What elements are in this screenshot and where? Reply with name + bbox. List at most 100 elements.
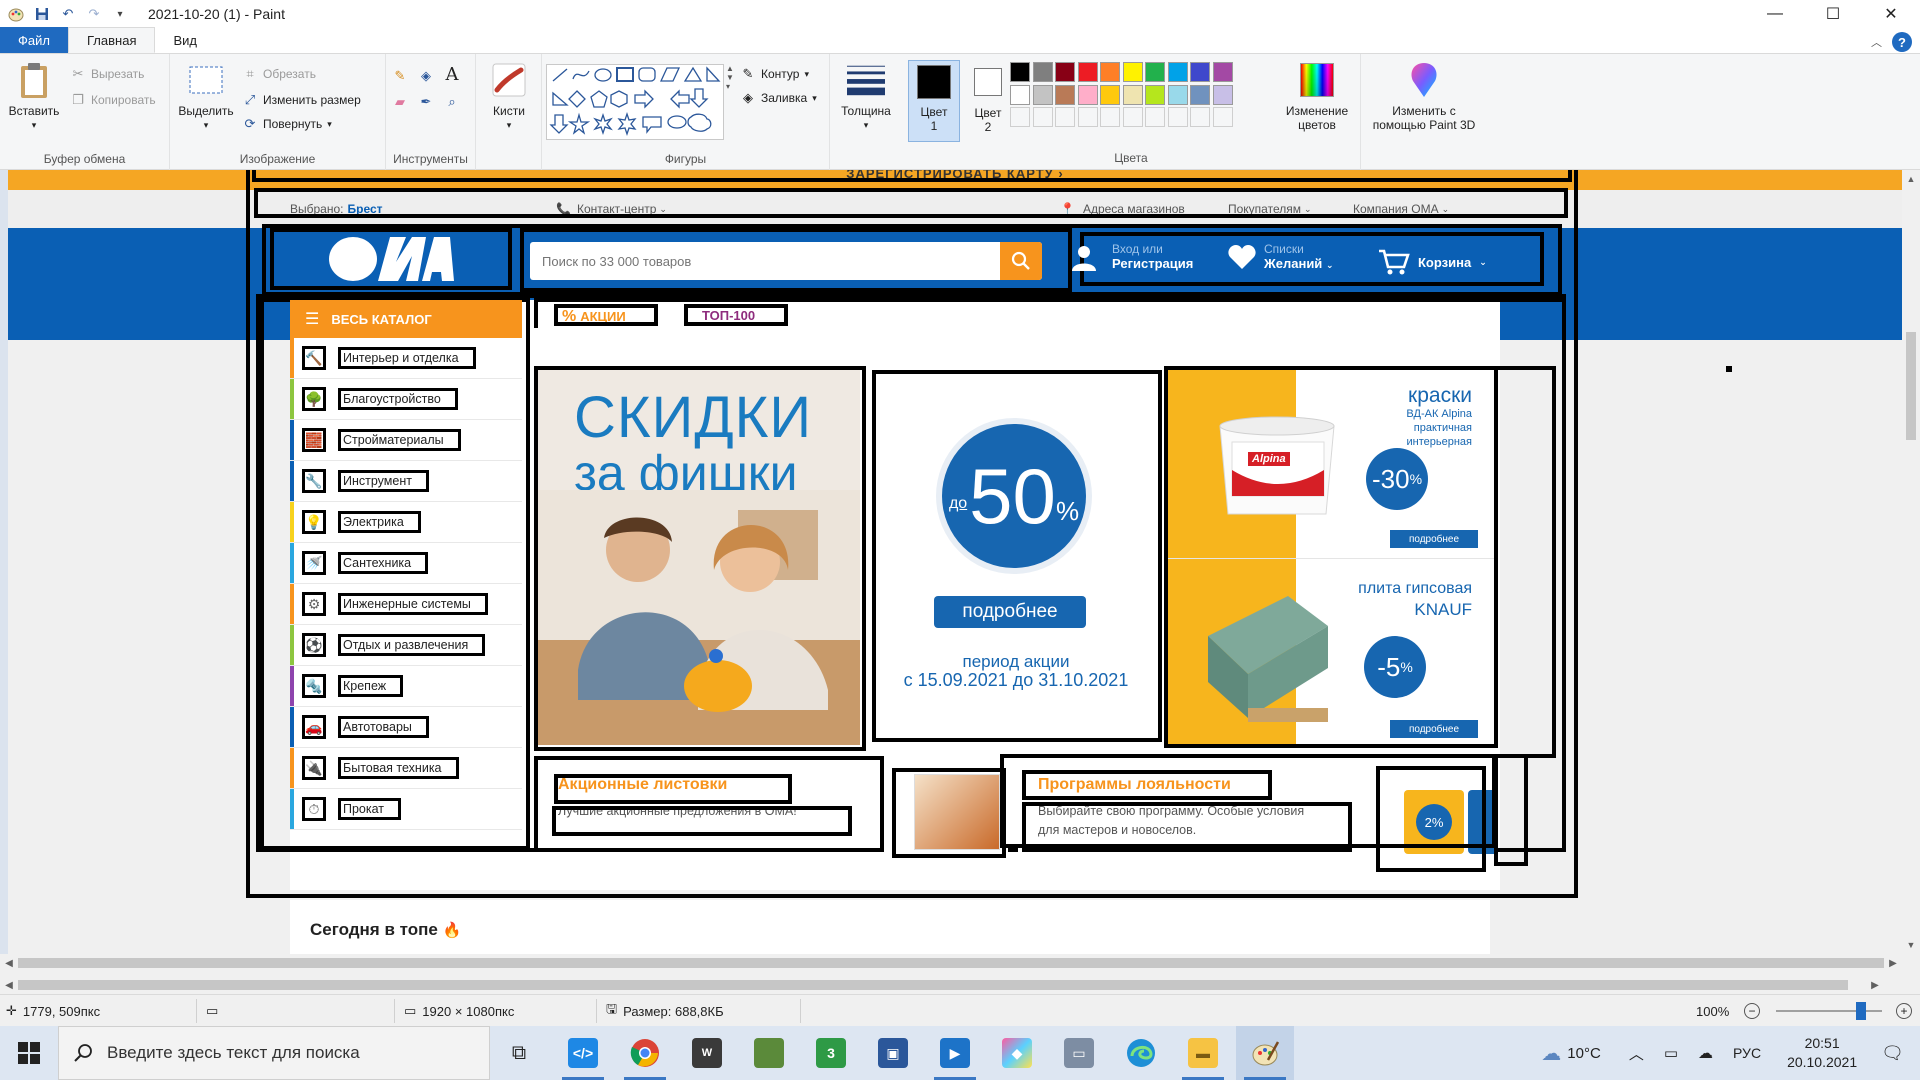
paste-button[interactable]: Вставить ▾ xyxy=(6,60,62,132)
palette-color[interactable] xyxy=(1077,84,1098,105)
notifications-icon[interactable]: 🗨 xyxy=(1881,1043,1904,1064)
catalog-item[interactable]: 🔌 Бытовая техника xyxy=(290,748,522,789)
scroll-up-arrow[interactable]: ▲ xyxy=(1902,170,1920,188)
palette-color[interactable] xyxy=(1122,62,1143,82)
taskbar-file-explorer[interactable]: ▬ xyxy=(1174,1026,1232,1080)
input-language[interactable]: РУС xyxy=(1733,1045,1761,1061)
select-button[interactable]: Выделить ▾ xyxy=(176,60,236,132)
palette-color[interactable] xyxy=(1190,84,1210,105)
palette-color[interactable] xyxy=(1190,62,1210,82)
palette-color[interactable] xyxy=(1122,84,1143,105)
weather-cloud-icon[interactable]: ☁ xyxy=(1541,1041,1561,1066)
catalog-item[interactable]: ⏱ Прокат xyxy=(290,789,522,830)
palette-color[interactable] xyxy=(1212,62,1233,82)
canvas-image[interactable]: ЗАРЕГИСТРИРОВАТЬ КАРТУ › Выбрано: Брест 📞… xyxy=(8,170,1902,954)
wishlist[interactable]: Списки Желаний ⌄ xyxy=(1228,242,1333,271)
save-icon[interactable] xyxy=(32,4,52,24)
custom-color-slot[interactable] xyxy=(1077,107,1098,127)
taskbar-save-app[interactable]: ▣ xyxy=(864,1026,922,1080)
oma-logo[interactable] xyxy=(270,228,512,290)
taskbar-app-3[interactable]: 3 xyxy=(802,1026,860,1080)
palette-color[interactable] xyxy=(1167,62,1188,82)
color-picker-tool[interactable]: ✒ xyxy=(418,94,434,110)
catalog-item[interactable]: 🔧 Инструмент xyxy=(290,461,522,502)
catalog-item[interactable]: ⚙ Инженерные системы xyxy=(290,584,522,625)
paint3d-button[interactable]: Изменить с помощью Paint 3D xyxy=(1368,60,1480,132)
help-icon[interactable]: ? xyxy=(1892,32,1912,52)
palette-color[interactable] xyxy=(1145,84,1165,105)
crop-button[interactable]: ⌗ Обрезать xyxy=(242,66,316,82)
fill-button[interactable]: ◈ Заливка ▾ xyxy=(740,90,817,106)
clock[interactable]: 20:51 20.10.2021 xyxy=(1787,1034,1857,1072)
tab-view[interactable]: Вид xyxy=(155,27,215,53)
palette-color[interactable] xyxy=(1032,62,1053,82)
canvas-area[interactable]: ЗАРЕГИСТРИРОВАТЬ КАРТУ › Выбрано: Брест 📞… xyxy=(0,170,1902,954)
custom-color-slot[interactable] xyxy=(1032,107,1053,127)
horizontal-scroll-thumb[interactable] xyxy=(18,980,1848,990)
login-register[interactable]: Вход или Регистрация xyxy=(1070,242,1193,271)
customize-quick-access-icon[interactable]: ▾ xyxy=(110,4,130,24)
cut-button[interactable]: ✂ Вырезать xyxy=(70,66,145,82)
inner-horizontal-scroll-thumb[interactable] xyxy=(18,958,1884,968)
copy-button[interactable]: ❐ Копировать xyxy=(70,92,155,108)
zoom-slider-thumb[interactable] xyxy=(1855,1002,1866,1020)
palette-color[interactable] xyxy=(1100,62,1120,82)
custom-color-slot[interactable] xyxy=(1145,107,1165,127)
taskbar-paint[interactable] xyxy=(1236,1026,1294,1080)
catalog-item[interactable]: ⚽ Отдых и развлечения xyxy=(290,625,522,666)
catalog-item[interactable]: 🔩 Крепеж xyxy=(290,666,522,707)
palette-color[interactable] xyxy=(1167,84,1188,105)
outline-button[interactable]: ✎ Контур ▾ xyxy=(740,66,809,82)
palette-color[interactable] xyxy=(1055,84,1075,105)
rotate-button[interactable]: ⟳ Повернуть ▾ xyxy=(242,116,332,132)
inner-scroll-left-arrow[interactable]: ◀ xyxy=(0,954,18,972)
shapes-scroll[interactable]: ▲ ▼ ▾ xyxy=(724,64,736,140)
paint-app-icon[interactable] xyxy=(6,4,26,24)
task-view-button[interactable]: ⧉ xyxy=(490,1026,548,1080)
edit-colors-button[interactable]: Изменение цветов xyxy=(1280,60,1354,132)
network-icon[interactable]: ☁ xyxy=(1698,1044,1713,1062)
weather-temperature[interactable]: 10°C xyxy=(1567,1045,1601,1062)
show-hidden-icons[interactable]: ︿ xyxy=(1629,1043,1644,1064)
catalog-item[interactable]: 🚗 Автотовары xyxy=(290,707,522,748)
custom-color-slot[interactable] xyxy=(1010,107,1030,127)
scroll-down-arrow[interactable]: ▼ xyxy=(1902,936,1920,954)
tab-file[interactable]: Файл xyxy=(0,27,68,53)
palette-color[interactable] xyxy=(1032,84,1053,105)
palette-color[interactable] xyxy=(1145,62,1165,82)
catalog-item[interactable]: 🌳 Благоустройство xyxy=(290,379,522,420)
search-bar[interactable] xyxy=(530,242,1042,280)
taskbar-vscode[interactable]: </> xyxy=(554,1026,612,1080)
magnifier-tool[interactable]: ⌕ xyxy=(444,94,460,110)
minimize-button[interactable]: — xyxy=(1746,0,1804,28)
vertical-scrollbar[interactable]: ▲ ▼ xyxy=(1902,170,1920,954)
taskbar-media-player[interactable]: ▶ xyxy=(926,1026,984,1080)
inner-horizontal-scrollbar[interactable]: ◀ ▶ xyxy=(0,954,1902,972)
inner-scroll-right-arrow[interactable]: ▶ xyxy=(1884,954,1902,972)
palette-color[interactable] xyxy=(1100,84,1120,105)
catalog-item[interactable]: 🧱 Стройматериалы xyxy=(290,420,522,461)
tab-home[interactable]: Главная xyxy=(68,27,156,53)
taskbar-edge[interactable] xyxy=(1112,1026,1170,1080)
taskbar-minecraft[interactable] xyxy=(740,1026,798,1080)
custom-color-slot[interactable] xyxy=(1055,107,1075,127)
canvas-resize-handle[interactable] xyxy=(1726,366,1732,372)
shapes-gallery[interactable] xyxy=(546,64,724,140)
catalog-item[interactable]: 💡 Электрика xyxy=(290,502,522,543)
fill-tool[interactable]: ◈ xyxy=(418,68,434,84)
catalog-header[interactable]: ☰ ВЕСЬ КАТАЛОГ xyxy=(290,300,522,338)
vertical-scroll-thumb[interactable] xyxy=(1906,332,1916,440)
horizontal-scrollbar[interactable]: ◀ ▶ xyxy=(0,976,1920,994)
palette-color[interactable] xyxy=(1010,84,1030,105)
taskbar-drive-app[interactable]: ▭ xyxy=(1050,1026,1108,1080)
zoom-in-button[interactable]: + xyxy=(1896,995,1912,1027)
taskbar-chrome[interactable] xyxy=(616,1026,674,1080)
close-button[interactable]: ✕ xyxy=(1862,0,1920,28)
text-tool[interactable]: A xyxy=(444,64,460,85)
search-button[interactable] xyxy=(1000,242,1042,280)
resize-button[interactable]: ⤢ Изменить размер xyxy=(242,92,361,108)
size-button[interactable]: Толщина ▾ xyxy=(836,60,896,132)
zoom-out-button[interactable]: − xyxy=(1744,995,1760,1027)
brushes-button[interactable]: Кисти ▾ xyxy=(482,60,536,132)
maximize-button[interactable]: ☐ xyxy=(1804,0,1862,28)
